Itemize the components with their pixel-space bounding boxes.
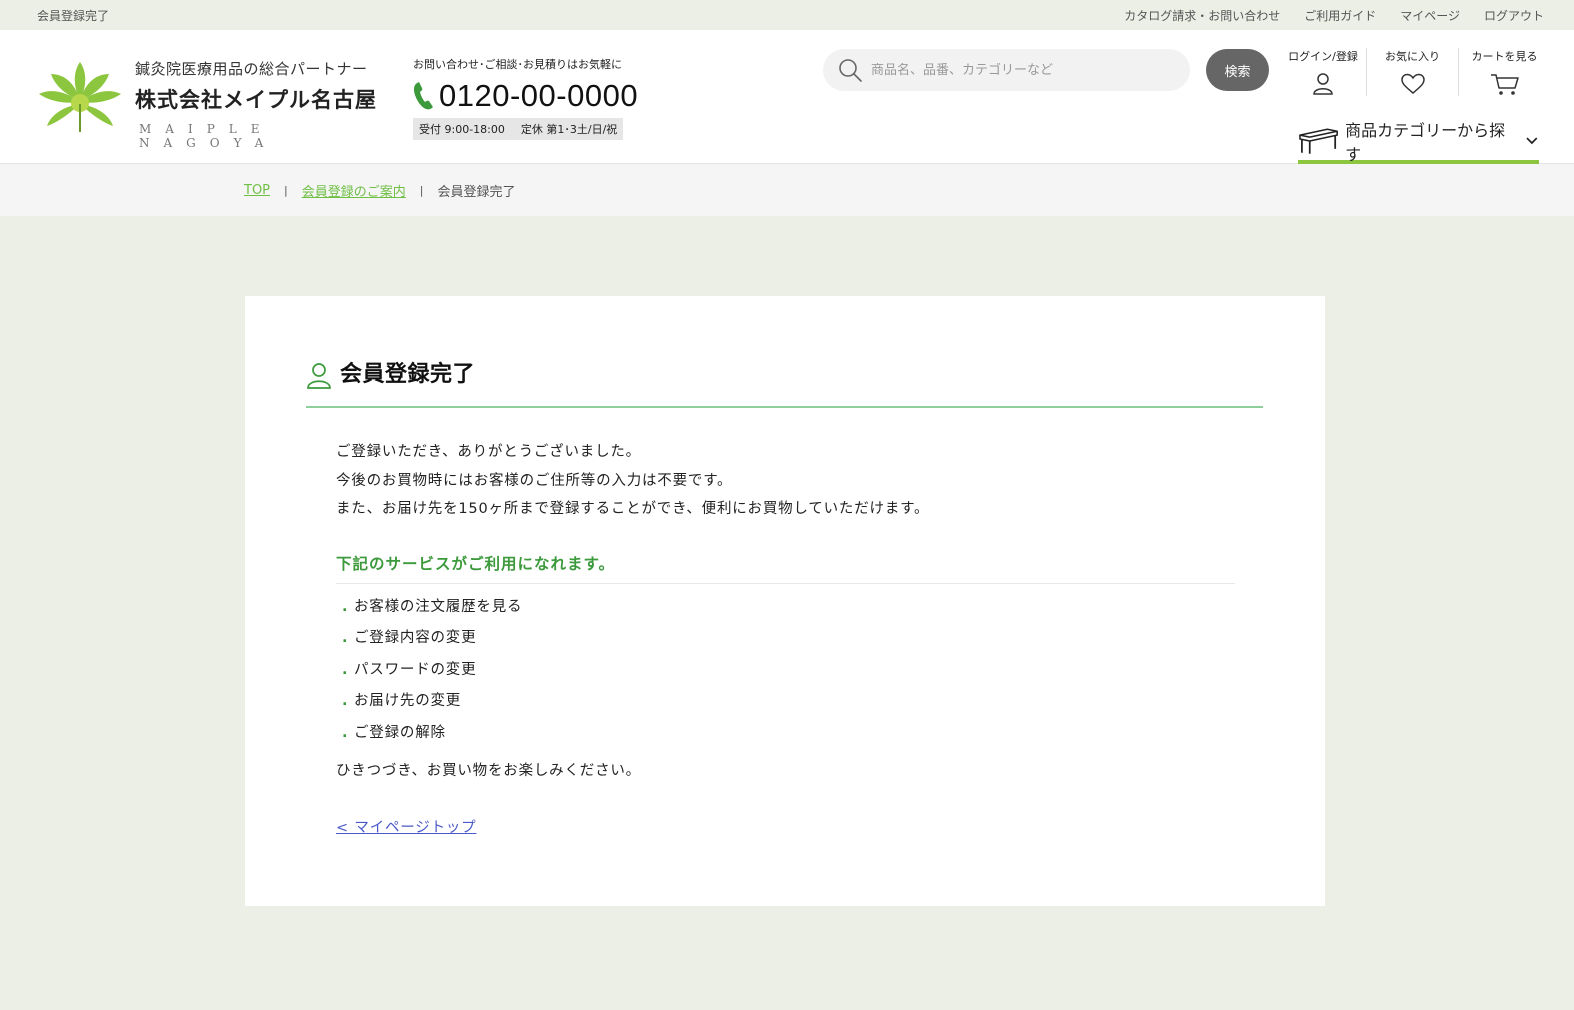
list-item: . ご登録内容の変更	[336, 623, 1235, 655]
bullet-dot: .	[342, 661, 349, 678]
bullet-dot: .	[342, 598, 349, 615]
user-icon	[1313, 73, 1333, 95]
search-icon	[839, 59, 862, 82]
service-change-delivery: お届け先の変更	[354, 693, 462, 709]
services-heading: 下記のサービスがご利用になれます。	[336, 552, 1235, 584]
breadcrumb-separator: |	[284, 183, 288, 197]
table-icon	[1299, 128, 1338, 154]
page-label: 会員登録完了	[37, 8, 110, 23]
category-menu-label: 商品カテゴリーから探す	[1345, 121, 1506, 164]
breadcrumb-current: 会員登録完了	[437, 184, 516, 200]
site-logo[interactable]: 鍼灸院医療用品の総合パートナー 株式会社メイプル名古屋 MAIPLE NAGOY…	[37, 58, 377, 150]
leaf-logo-icon	[39, 62, 121, 132]
page-title: 会員登録完了	[340, 362, 476, 387]
page-title-block: 会員登録完了	[306, 360, 1263, 408]
phone-number: 0120-00-0000	[439, 78, 639, 113]
heart-icon	[1400, 73, 1425, 94]
address-text: 今後のお買物時にはお客様のご住所等の入力は不要です。	[336, 472, 733, 489]
bullet-dot: .	[342, 630, 349, 646]
cart-icon	[1490, 74, 1519, 95]
mypage-top-link[interactable]: < マイページトップ	[336, 816, 476, 837]
category-menu-button[interactable]: 商品カテゴリーから探す	[1298, 121, 1539, 164]
phone-icon	[413, 82, 433, 110]
service-edit-registration: ご登録内容の変更	[354, 630, 477, 646]
list-item: . パスワードの変更	[336, 655, 1235, 687]
business-hours: 受付 9:00-18:00 定休 第1･3土/日/祝	[413, 118, 624, 140]
search-button[interactable]: 検索	[1206, 49, 1269, 91]
contact-info: お問い合わせ･ご相談･お見積りはお気軽に 0120-00-0000 受付 9:0…	[413, 56, 638, 140]
top-bar: 会員登録完了 カタログ請求・お問い合わせ ご利用ガイド マイページ ログアウト	[0, 0, 1574, 30]
phone-block[interactable]: 0120-00-0000	[413, 78, 638, 114]
logo-company: 株式会社メイプル名古屋	[135, 87, 377, 112]
bullet-dot: .	[342, 724, 349, 741]
logo-english: MAIPLE NAGOYA	[139, 122, 278, 150]
list-item: . お届け先の変更	[336, 686, 1235, 718]
main-content: ご登録いただき、ありがとうございました。 今後のお買物時にはお客様のご住所等の入…	[336, 438, 1235, 837]
service-order-history: お客様の注文履歴を見る	[354, 598, 523, 615]
list-item: . ご登録の解除	[336, 718, 1235, 750]
breadcrumb: TOP | 会員登録のご案内 | 会員登録完了	[0, 164, 1574, 216]
chevron-down-icon	[1526, 137, 1538, 145]
logo-tagline: 鍼灸院医療用品の総合パートナー	[135, 60, 368, 78]
login-label: ログイン/登録	[1288, 50, 1358, 63]
breadcrumb-registration-link[interactable]: 会員登録のご案内	[302, 181, 406, 200]
services-list: . お客様の注文履歴を見る . ご登録内容の変更 . パスワードの変更 . お届け先の変…	[336, 592, 1235, 750]
list-item: . お客様の注文履歴を見る	[336, 592, 1235, 624]
thanks-text: ご登録いただき、ありがとうございました。	[336, 444, 641, 460]
bullet-dot: .	[342, 693, 349, 709]
delivery-text: また、お届け先を150ヶ所まで登録することができ、便利にお買物していただけます。	[336, 501, 930, 517]
search-box	[823, 49, 1190, 91]
registration-complete-card: 会員登録完了 ご登録いただき、ありがとうございました。 今後のお買物時にはお客様…	[245, 296, 1325, 906]
contact-note: お問い合わせ･ご相談･お見積りはお気軽に	[413, 58, 622, 71]
user-icon	[307, 363, 331, 389]
site-header: 鍼灸院医療用品の総合パートナー 株式会社メイプル名古屋 MAIPLE NAGOY…	[0, 30, 1574, 164]
logo-text: 鍼灸院医療用品の総合パートナー 株式会社メイプル名古屋 MAIPLE NAGOY…	[135, 58, 377, 150]
top-links: カタログ請求・お問い合わせ ご利用ガイド マイページ ログアウト	[1124, 7, 1544, 24]
breadcrumb-separator: |	[419, 183, 424, 197]
top-link-logout[interactable]: ログアウト	[1484, 7, 1544, 24]
closing-text: ひきつづき、お買い物をお楽しみください。	[336, 763, 641, 779]
cart-button[interactable]: カートを見る	[1458, 48, 1550, 96]
cart-label: カートを見る	[1471, 50, 1538, 63]
top-link-guide[interactable]: ご利用ガイド	[1304, 7, 1376, 24]
top-link-mypage[interactable]: マイページ	[1400, 7, 1460, 24]
favorites-button[interactable]: お気に入り	[1366, 48, 1458, 96]
header-utilities: ログイン/登録 お気に入り カートを見る	[1280, 48, 1550, 96]
search-input[interactable]	[871, 62, 1171, 78]
service-change-password: パスワードの変更	[354, 661, 477, 678]
service-cancel-registration: ご登録の解除	[354, 724, 446, 741]
holidays-text: 定休 第1･3土/日/祝	[520, 123, 618, 136]
hours-text: 受付 9:00-18:00	[419, 123, 505, 136]
breadcrumb-top-link[interactable]: TOP	[244, 183, 270, 198]
favorites-label: お気に入り	[1385, 50, 1440, 63]
top-link-catalog[interactable]: カタログ請求・お問い合わせ	[1124, 7, 1280, 24]
login-register-button[interactable]: ログイン/登録	[1280, 48, 1366, 96]
